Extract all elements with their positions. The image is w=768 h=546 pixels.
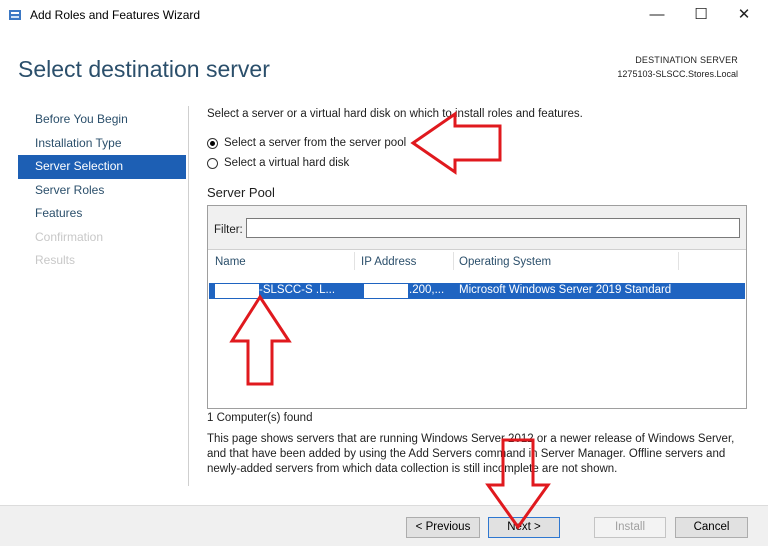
column-header-name[interactable]: Name [215, 256, 246, 268]
left-arrow-annotation [410, 111, 502, 175]
nav-item-installation-type[interactable]: Installation Type [18, 132, 186, 156]
column-header-operating-system[interactable]: Operating System [459, 256, 551, 268]
page-title: Select destination server [18, 56, 270, 82]
destination-server-label: DESTINATION SERVER [635, 55, 738, 65]
close-button[interactable]: ✕ [724, 4, 764, 26]
column-divider[interactable] [678, 252, 679, 270]
filter-input[interactable] [246, 218, 740, 238]
column-divider[interactable] [354, 252, 355, 270]
nav-divider [188, 106, 189, 486]
wizard-footer: < Previous Next > Install Cancel [0, 505, 768, 546]
server-pool-list: Filter: Name IP Address Operating System… [207, 205, 747, 409]
table-row[interactable]: -SLSCC-S .L... .200,... Microsoft Window… [209, 283, 745, 299]
row-ip-cell: .200,... [409, 284, 445, 296]
wizard-nav: Before You Begin Installation Type Serve… [18, 108, 186, 273]
column-header-ip-address[interactable]: IP Address [361, 256, 416, 268]
nav-item-features[interactable]: Features [18, 202, 186, 226]
nav-item-results: Results [35, 253, 76, 267]
radio-virtual-hard-disk[interactable] [207, 157, 218, 169]
nav-item-before-you-begin[interactable]: Before You Begin [18, 108, 186, 132]
title-bar: Add Roles and Features Wizard — ☐ ✕ [0, 0, 768, 32]
filter-bar: Filter: [208, 206, 746, 250]
wizard-header: Select destination server DESTINATION SE… [0, 32, 768, 100]
redaction-block [215, 284, 259, 298]
minimize-button[interactable]: — [637, 4, 677, 26]
nav-item-confirmation: Confirmation [35, 229, 104, 244]
computers-found-count: 1 Computer(s) found [207, 412, 313, 424]
option-virtual-hard-disk[interactable]: Select a virtual hard disk [207, 157, 349, 169]
previous-button[interactable]: < Previous [406, 517, 480, 538]
window-title: Add Roles and Features Wizard [30, 8, 201, 22]
nav-item-server-selection[interactable]: Server Selection [18, 155, 186, 179]
destination-server-name: 1275103-SLSCC.Stores.Local [617, 69, 738, 79]
server-pool-title: Server Pool [207, 185, 275, 200]
option-virtual-hard-disk-label: Select a virtual hard disk [224, 157, 350, 169]
option-server-pool-label: Select a server from the server pool [224, 137, 407, 149]
option-server-pool[interactable]: Select a server from the server pool [207, 137, 406, 149]
redaction-block [364, 284, 408, 298]
nav-item-server-roles[interactable]: Server Roles [18, 179, 186, 203]
column-divider[interactable] [453, 252, 454, 270]
install-button: Install [594, 517, 666, 538]
row-os-cell: Microsoft Windows Server 2019 Standard [459, 284, 672, 296]
instruction-text: Select a server or a virtual hard disk o… [207, 108, 583, 120]
server-pool-note: This page shows servers that are running… [207, 433, 735, 475]
row-name-cell: -SLSCC-S .L... [259, 284, 336, 296]
radio-server-pool[interactable] [207, 137, 218, 149]
filter-label: Filter: [214, 224, 243, 236]
next-button[interactable]: Next > [488, 517, 560, 538]
server-manager-icon [9, 10, 21, 20]
cancel-button[interactable]: Cancel [675, 517, 748, 538]
maximize-button[interactable]: ☐ [681, 4, 721, 26]
